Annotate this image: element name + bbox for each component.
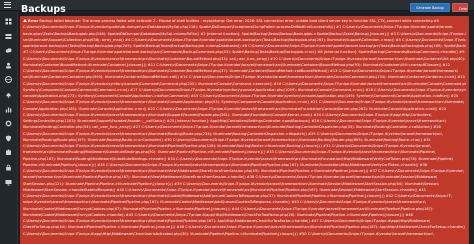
sidebar-item-lock[interactable]	[4, 163, 13, 172]
sidebar-item-globe[interactable]	[4, 75, 13, 84]
delete-backup-button[interactable]: Delete	[452, 3, 468, 12]
puzzle-icon	[6, 149, 11, 156]
sidebar-item-chart[interactable]	[4, 105, 13, 114]
sidebar-item-server[interactable]	[4, 32, 13, 41]
error-line: C:\Users\v\Documents\Snipe-IT\snipe-it\v…	[23, 81, 466, 86]
sidebar-item-monitor[interactable]	[4, 178, 13, 187]
error-line: #7 C:\Users\v\Documents\Snipe-IT\snipe-i…	[23, 50, 465, 55]
error-line: C:\Users\v\Documents\Snipe-IT\snipe-it\v…	[23, 131, 443, 136]
shield-icon	[5, 135, 12, 142]
error-line: C:\Users\v\Documents\Snipe-IT\snipe-it\v…	[23, 56, 466, 61]
sidebar-item-users[interactable]	[4, 61, 13, 70]
error-line: Pipeline.php(167): Illuminate\Routing\Mi…	[23, 156, 453, 161]
error-line: C:\Users\v\Documents\Snipe-IT\snipe-it\v…	[23, 25, 454, 30]
users-icon	[6, 62, 11, 69]
error-line: StartSession.php(121): Illuminate\Pipeli…	[23, 181, 439, 186]
error-line: snipe-it\vendor\laravel\framework\src\Il…	[23, 200, 426, 205]
sidebar-item-shield[interactable]	[4, 134, 13, 143]
menu-icon[interactable]	[4, 2, 11, 8]
error-line: Illuminate\Routing\Controller.php(54): c…	[23, 125, 441, 130]
cloud-icon	[5, 48, 12, 53]
error-line: C:\Users\v\Documents\Snipe-IT\snipe-it\a…	[23, 231, 434, 236]
page-title: Backups	[21, 4, 66, 15]
sidebar-item-cloud[interactable]	[4, 46, 13, 55]
error-line: backup\src\Tasks\Backup\BackupJob.php(24…	[23, 31, 466, 36]
dashboard-icon	[5, 18, 12, 25]
sidebar-item-bell[interactable]	[4, 90, 13, 99]
error-alert: Error Backup failed because: The dump pr…	[20, 16, 469, 244]
lock-icon	[6, 164, 11, 171]
monitor-icon	[5, 179, 12, 186]
sidebar-item-gear[interactable]	[4, 119, 13, 128]
chart-icon	[5, 107, 12, 113]
error-line: C:\Users\v\Documents\Snipe-IT\snipe-it\v…	[23, 100, 464, 105]
error-line: laravel\framework\src\Illuminate\Pipelin…	[23, 175, 438, 180]
error-heading: Error	[28, 19, 39, 23]
error-line: Console\Application.php(185): Illuminate…	[23, 106, 447, 111]
generate-backup-button[interactable]: Generate Backup	[410, 3, 450, 12]
gear-icon	[5, 120, 12, 127]
error-line: CheckForSetup.php(44): Illuminate\Pipeli…	[23, 225, 466, 230]
sidebar-item-puzzle[interactable]	[4, 148, 13, 157]
sidebar-item-dashboard[interactable]	[4, 17, 13, 26]
error-line: src\Illuminate\Container\Container.php(5…	[23, 75, 465, 80]
bell-icon	[6, 93, 11, 98]
error-line: framework\src\Illuminate\Routing\Middlew…	[23, 150, 436, 155]
globe-icon	[5, 76, 12, 84]
error-line: Illuminate\Cookie\Middleware\EncryptCook…	[23, 206, 434, 211]
error-line: Backup failed because: The dump process …	[39, 19, 440, 23]
warning-icon	[23, 19, 27, 22]
sidebar	[0, 11, 18, 244]
top-navbar	[0, 0, 474, 11]
server-icon	[5, 33, 12, 39]
